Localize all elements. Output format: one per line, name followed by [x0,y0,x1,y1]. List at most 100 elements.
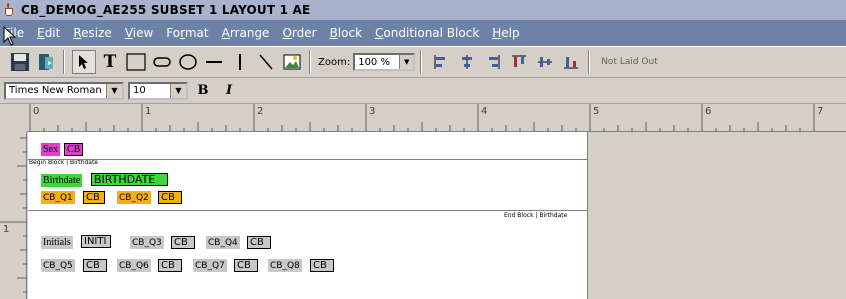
vertical-ruler: 1 [0,132,27,299]
menu-label-part: Fo [166,26,181,40]
chevron-down-icon[interactable]: ▼ [170,83,186,98]
horizontal-line-tool-icon[interactable] [202,50,226,74]
cb-q8-label[interactable]: CB_Q8 [268,259,302,272]
window-title: CB_DEMOG_AE255 SUBSET 1 LAYOUT 1 AE [21,3,311,17]
ruler-label: 5 [593,106,600,117]
ruler-corner [0,104,27,132]
layout-page[interactable]: Sex CB Begin Block | Birthdate Birthdate… [28,132,588,299]
ruler-label: 7 [817,106,824,117]
menu-format[interactable]: Format [162,26,208,40]
menu-edit[interactable]: Edit [33,26,60,40]
ellipse-tool-icon[interactable] [176,50,200,74]
app-window: CB_DEMOG_AE255 SUBSET 1 LAYOUT 1 AE File… [0,0,846,299]
bold-button[interactable]: B [192,80,214,102]
vertical-line-tool-icon[interactable] [228,50,252,74]
begin-block-marker[interactable]: Begin Block | Birthdate [29,159,98,166]
initials-field[interactable]: INITI [81,235,111,248]
menu-conditional-block[interactable]: Conditional Block [371,26,479,40]
layout-status-text: Not Laid Out [601,57,658,67]
image-tool-icon[interactable] [280,50,304,74]
cb-q5-label[interactable]: CB_Q5 [41,259,75,272]
ruler-label: 4 [481,106,488,117]
cb-q4-label[interactable]: CB_Q4 [206,236,240,249]
align-left-icon[interactable] [429,50,453,74]
menu-label-part: elp [501,26,520,40]
block-end-line [28,210,588,211]
menu-label-part: A [221,26,230,40]
align-middle-icon[interactable] [533,50,557,74]
ruler-label: 3 [369,106,376,117]
menu-label-part: onditional Block [383,26,480,40]
chevron-down-icon[interactable]: ▼ [106,83,122,98]
cb-q3-field[interactable]: CB [171,236,195,249]
mouse-pointer-icon [3,26,17,46]
sex-field[interactable]: CB [64,143,84,156]
menu-arrange[interactable]: Arrange [218,26,270,40]
menu-bar: FileEditResizeViewFormatArrangeOrderBloc… [0,20,846,46]
menu-label-part: H [492,26,502,40]
menu-label-part: E [37,26,45,40]
menu-resize[interactable]: Resize [69,26,111,40]
cb-q5-field[interactable]: CB [83,259,107,272]
tool-bar: T Zoom: 100 % ▼ Not Laid Out [0,46,846,78]
italic-button[interactable]: I [218,80,240,102]
horizontal-ruler: 0 1 2 3 4 5 6 7 [27,104,846,132]
menu-block[interactable]: Block [326,26,362,40]
initials-label[interactable]: Initials [41,236,73,249]
cb-q8-field[interactable]: CB [310,259,334,272]
font-size-select[interactable]: 10 ▼ [128,81,188,100]
chevron-down-icon[interactable]: ▼ [399,55,414,69]
rectangle-tool-icon[interactable] [124,50,148,74]
birthdate-label[interactable]: Birthdate [41,174,83,187]
sex-label[interactable]: Sex [41,143,60,156]
cb-q2-label[interactable]: CB_Q2 [117,191,151,204]
text-tool-icon[interactable]: T [98,50,122,74]
open-icon[interactable] [34,50,58,74]
menu-label-part: B [329,26,338,40]
menu-label-part: V [124,26,133,40]
java-cup-icon [3,3,17,17]
menu-label-part: rrange [229,26,270,40]
zoom-label: Zoom: [318,56,351,68]
end-block-marker[interactable]: End Block | Birthdate [504,212,567,219]
menu-label-part: rder [291,26,317,40]
align-top-icon[interactable] [507,50,531,74]
cb-q1-field[interactable]: CB [83,191,105,204]
zoom-select[interactable]: 100 % ▼ [353,53,416,71]
menu-label-part: iew [132,26,154,40]
cb-q1-label[interactable]: CB_Q1 [41,191,75,204]
menu-label-part: mat [184,26,209,40]
save-icon[interactable] [8,50,32,74]
menu-help[interactable]: Help [488,26,519,40]
menu-label-part: R [73,26,82,40]
align-right-icon[interactable] [481,50,505,74]
birthdate-field[interactable]: BIRTHDATE [91,173,168,186]
rounded-rect-tool-icon[interactable] [150,50,174,74]
select-arrow-icon[interactable] [72,50,96,74]
align-center-icon[interactable] [455,50,479,74]
cb-q6-field[interactable]: CB [158,259,182,272]
menu-label-part: esize [81,26,112,40]
block-start-line [28,159,588,160]
menu-order[interactable]: Order [278,26,316,40]
font-name-value: Times New Roman [9,85,102,96]
diagonal-line-tool-icon[interactable] [254,50,278,74]
cb-q7-label[interactable]: CB_Q7 [193,259,227,272]
title-bar: CB_DEMOG_AE255 SUBSET 1 LAYOUT 1 AE [0,0,846,20]
font-name-select[interactable]: Times New Roman ▼ [4,81,124,100]
ruler-label: 2 [257,106,264,117]
menu-view[interactable]: View [121,26,153,40]
ruler-label: 1 [3,224,10,235]
ruler-label: 6 [705,106,712,117]
align-bottom-icon[interactable] [559,50,583,74]
zoom-value: 100 % [358,56,390,68]
cb-q6-label[interactable]: CB_Q6 [117,259,151,272]
cb-q7-field[interactable]: CB [234,259,258,272]
menu-label-part: O [282,26,292,40]
layout-canvas[interactable]: Sex CB Begin Block | Birthdate Birthdate… [28,132,846,299]
cb-q2-field[interactable]: CB [158,191,182,204]
cb-q3-label[interactable]: CB_Q3 [130,236,164,249]
ruler-label: 1 [145,106,152,117]
cb-q4-field[interactable]: CB [247,236,271,249]
ruler-label: 0 [33,106,40,117]
